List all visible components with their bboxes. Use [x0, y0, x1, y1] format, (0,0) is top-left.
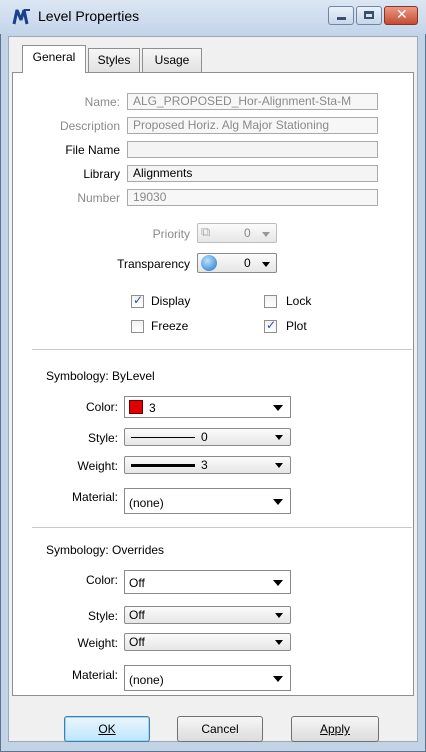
close-button[interactable]: ✕	[384, 6, 418, 25]
symbology-overrides-heading: Symbology: Overrides	[46, 543, 165, 557]
bylevel-style-dropdown[interactable]: 0	[124, 428, 291, 446]
tab-usage[interactable]: Usage	[142, 48, 202, 72]
maximize-button[interactable]	[356, 6, 382, 25]
bylevel-material-value: (none)	[129, 496, 164, 510]
priority-dropdown: ⧉ 0	[197, 223, 277, 243]
chevron-down-icon	[273, 676, 283, 682]
bylevel-weight-value: 3	[201, 458, 208, 472]
overrides-weight-value: Off	[129, 635, 145, 649]
overrides-material-label: Material:	[71, 668, 118, 682]
bylevel-color-dropdown[interactable]: 3	[124, 396, 291, 418]
overrides-style-label: Style:	[87, 609, 118, 623]
transparency-value: 0	[244, 256, 251, 270]
overrides-style-dropdown[interactable]: Off	[124, 606, 291, 624]
overrides-weight-dropdown[interactable]: Off	[124, 633, 291, 651]
bylevel-weight-label: Weight:	[77, 459, 118, 473]
description-field: Proposed Horiz. Alg Major Stationing	[127, 117, 378, 134]
ok-label: OK	[98, 722, 116, 736]
chevron-down-icon	[262, 232, 270, 237]
maximize-icon	[364, 11, 374, 19]
chevron-down-icon	[273, 580, 283, 586]
cancel-button[interactable]: Cancel	[177, 716, 263, 742]
lock-checkbox[interactable]	[264, 295, 277, 308]
line-style-sample	[131, 437, 195, 438]
plot-checkbox[interactable]	[264, 318, 277, 333]
bylevel-material-label: Material:	[71, 490, 118, 504]
name-field: ALG_PROPOSED_Hor-Alignment-Sta-M	[127, 93, 378, 110]
priority-label: Priority	[152, 227, 190, 241]
chevron-down-icon	[273, 499, 283, 505]
lock-label: Lock	[286, 294, 312, 308]
overrides-color-label: Color:	[85, 573, 118, 587]
minimize-button[interactable]	[328, 6, 354, 25]
bylevel-color-value: 3	[149, 401, 156, 415]
overrides-style-value: Off	[129, 608, 145, 622]
bylevel-color-label: Color:	[85, 400, 118, 414]
chevron-down-icon	[262, 262, 270, 267]
freeze-label: Freeze	[151, 319, 189, 333]
freeze-checkbox[interactable]	[131, 320, 144, 333]
tab-styles[interactable]: Styles	[88, 48, 140, 72]
transparency-globe-icon	[201, 255, 217, 271]
file-name-label: File Name	[65, 143, 120, 157]
chevron-down-icon	[275, 613, 283, 618]
overrides-weight-label: Weight:	[77, 636, 118, 650]
chevron-down-icon	[273, 405, 283, 411]
apply-button[interactable]: Apply	[291, 716, 379, 742]
tab-label: General	[32, 50, 76, 64]
tab-label: Usage	[154, 53, 190, 67]
apply-label: Apply	[319, 722, 351, 736]
tab-label: Styles	[97, 53, 131, 67]
overrides-material-dropdown[interactable]: (none)	[124, 665, 291, 691]
section-divider	[32, 527, 412, 528]
chevron-down-icon	[275, 640, 283, 645]
name-label: Name:	[84, 95, 120, 109]
ok-button[interactable]: OK	[64, 716, 150, 742]
priority-layers-icon: ⧉	[201, 225, 211, 240]
transparency-label: Transparency	[117, 257, 190, 271]
chevron-down-icon	[275, 463, 283, 468]
bylevel-material-dropdown[interactable]: (none)	[124, 488, 291, 514]
description-label: Description	[59, 119, 120, 133]
priority-value: 0	[244, 226, 251, 240]
section-divider	[32, 349, 412, 350]
chevron-down-icon	[275, 435, 283, 440]
line-weight-sample	[131, 464, 195, 467]
bylevel-style-label: Style:	[87, 431, 118, 445]
overrides-material-value: (none)	[129, 673, 164, 687]
plot-label: Plot	[286, 319, 307, 333]
overrides-color-value: Off	[129, 576, 145, 590]
close-icon: ✕	[396, 7, 408, 23]
minimize-icon	[337, 17, 346, 20]
app-logo-icon	[12, 9, 30, 25]
display-label: Display	[151, 294, 191, 308]
file-name-field	[127, 141, 378, 158]
display-checkbox[interactable]	[131, 293, 144, 308]
tab-general[interactable]: General	[22, 45, 86, 73]
library-field: Alignments	[127, 165, 378, 182]
transparency-dropdown[interactable]: 0	[197, 253, 277, 273]
bylevel-weight-dropdown[interactable]: 3	[124, 456, 291, 474]
window-title: Level Properties	[38, 8, 140, 24]
library-label: Library	[83, 167, 120, 181]
cancel-label: Cancel	[201, 722, 239, 736]
symbology-bylevel-heading: Symbology: ByLevel	[46, 369, 155, 383]
number-field: 19030	[127, 189, 378, 206]
overrides-color-dropdown[interactable]: Off	[124, 570, 291, 594]
number-label: Number	[77, 191, 120, 205]
color-swatch	[129, 400, 143, 414]
bylevel-style-value: 0	[201, 430, 208, 444]
